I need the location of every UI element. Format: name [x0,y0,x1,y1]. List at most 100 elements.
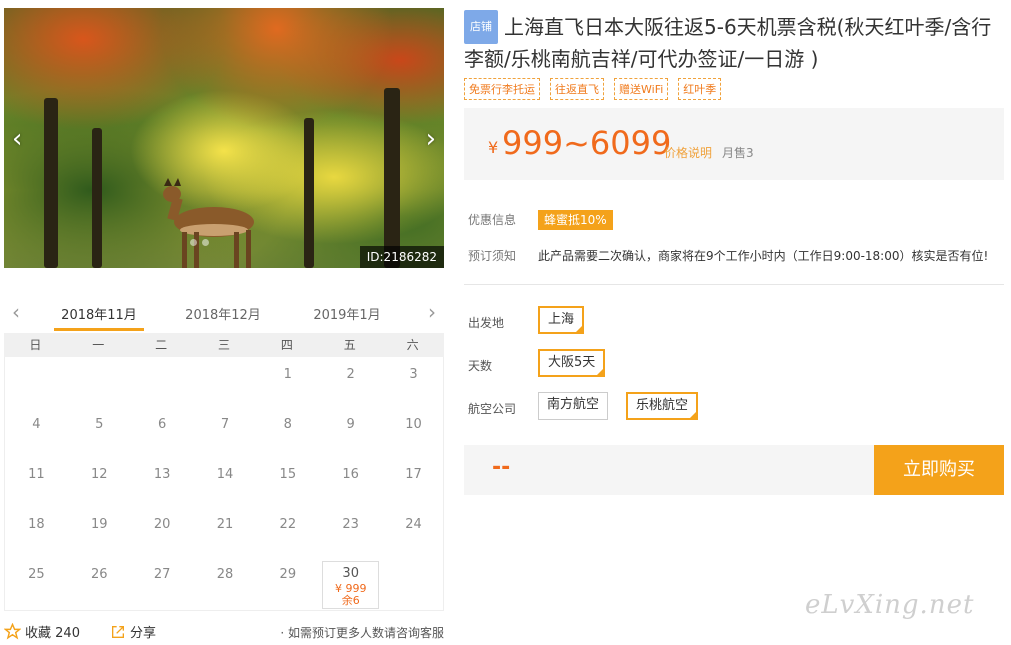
weekday-label: 日 [29,338,42,352]
favorite-count: 240 [55,626,80,641]
favorite-button[interactable]: 收藏 240 [3,622,80,641]
favorite-label: 收藏 [25,626,52,641]
product-tag: 红叶季 [678,78,722,100]
calendar-day-number: 28 [216,567,234,582]
weekday-label: 五 [343,338,356,352]
calendar-day-number: 12 [90,467,108,482]
calendar-day: 25 [5,559,68,609]
calendar-day-number: 19 [90,517,108,532]
calendar-day-number: 6 [157,417,167,432]
calendar-day: 17 [382,459,445,509]
calendar-day: 28 [194,559,257,609]
weekday-label: 二 [155,338,168,352]
calendar-day-number: 18 [28,517,45,532]
airline-option-peach[interactable]: 乐桃航空 [626,392,699,420]
section-divider [464,284,1004,285]
calendar-month-tab[interactable]: 2018年12月 [178,304,268,323]
photo-prev-arrow[interactable]: ‹ [12,126,22,152]
days-option-osaka-5[interactable]: 大阪5天 [538,349,606,377]
calendar-day-available[interactable]: 30 ¥ 999 余6 [322,561,380,609]
departure-label: 出发地 [468,316,505,330]
calendar-day: 8 [256,409,319,459]
pager-dot[interactable] [190,239,197,246]
calendar-day: 11 [5,459,68,509]
booking-note-label: 预订须知 [468,249,517,263]
calendar-day: 1 [256,359,319,409]
buy-now-button[interactable]: 立即购买 [874,445,1004,495]
weekday-label: 四 [280,338,293,352]
calendar-day-number: 13 [153,467,171,482]
calendar-day: 2 [319,359,382,409]
calendar-day-number: 16 [342,467,359,482]
active-month-indicator [54,328,144,331]
price-explain-link[interactable]: 价格说明 [664,144,712,161]
photo-id-label: ID:2186282 [359,246,444,268]
product-title-text: 上海直飞日本大阪往返5-6天机票含税(秋天红叶季/含行李额/乐桃南航吉祥/可代办… [464,15,992,71]
calendar-day-number: 24 [405,517,422,532]
pager-dot[interactable] [202,239,209,246]
product-header: 店铺 上海直飞日本大阪往返5-6天机票含税(秋天红叶季/含行李额/乐桃南航吉祥/可… [464,10,1004,74]
product-actions: 收藏 240 分享 · 如需预订更多人数请咨询客服 [3,622,444,642]
calendar-day: 26 [68,559,131,609]
calendar-day: 18 [5,509,68,559]
weekday-label: 三 [218,338,231,352]
calendar-day: 5 [68,409,131,459]
calendar-day: 23 [319,509,382,559]
product-title: 店铺 上海直飞日本大阪往返5-6天机票含税(秋天红叶季/含行李额/乐桃南航吉祥/可… [464,10,1004,74]
calendar-prev-button[interactable]: ‹ [12,300,20,324]
calendar-day-number: 7 [220,417,230,432]
booking-note-row: 预订须知 此产品需要二次确认，商家将在9个工作小时内（工作日9:00-18:00）… [468,247,988,264]
days-option-row: 天数 大阪5天 [468,349,1004,377]
promo-row: 优惠信息 蜂蜜抵10% [468,210,613,230]
calendar-month-tab[interactable]: 2018年11月 [54,304,144,323]
calendar-day-number: 20 [153,517,171,532]
deer-image [163,178,254,268]
calendar-day: 9 [319,409,382,459]
price-currency: ¥ [488,138,499,157]
calendar-day-number: 29 [279,567,297,582]
airline-label: 航空公司 [468,402,517,416]
calendar-day-number: 21 [216,517,234,532]
calendar-day-number: 25 [28,567,45,582]
calendar-month-tab[interactable]: 2019年1月 [302,304,392,323]
booking-note-text: 此产品需要二次确认，商家将在9个工作小时内（工作日9:00-18:00）核实是否… [538,249,989,263]
promo-label: 优惠信息 [468,213,517,227]
calendar-day: 14 [194,459,257,509]
tree-trunk [44,98,58,268]
photo-next-arrow[interactable]: › [426,126,436,152]
calendar-day: 24 [382,509,445,559]
airline-option-china-southern[interactable]: 南方航空 [538,392,609,420]
calendar-weekday-header: 日 一 二 三 四 五 六 [4,333,444,357]
price-range: 999~6099 [502,124,672,162]
calendar-day-number: 5 [95,417,104,432]
shop-badge: 店铺 [464,10,498,44]
price-box: ¥ 999~6099 价格说明 月售3 [464,108,1004,180]
departure-option-row: 出发地 上海 [468,306,1004,334]
promo-badge: 蜂蜜抵10% [538,210,613,230]
product-tag: 赠送WiFi [614,78,669,100]
calendar-day: 12 [68,459,131,509]
calendar-grid: 1 2 3 4 5 6 7 8 9 10 11 12 13 14 15 16 17 18 19 20 21 22 23 24 2… [4,357,444,611]
product-tag: 免票行李托运 [464,78,540,100]
departure-option-shanghai[interactable]: 上海 [538,306,585,334]
calendar-day-number: 27 [153,567,171,582]
monthly-sales: 月售3 [722,146,754,160]
calendar-day-number: 22 [279,517,297,532]
calendar-day: 3 [382,359,445,409]
calendar-day: 13 [131,459,194,509]
calendar-next-button[interactable]: › [428,300,436,324]
calendar-day-number: 30 [342,566,359,581]
watermark-logo: eLvXing.net [805,590,975,620]
product-photo[interactable]: ‹ › ID:2186282 [4,8,444,268]
calendar-day-number: 15 [279,467,297,482]
calendar-day-number: 11 [28,467,45,482]
tree-trunk [304,118,314,268]
share-button[interactable]: 分享 [110,622,156,641]
total-price-placeholder: -- [492,455,511,480]
calendar-day-number: 17 [405,467,422,482]
calendar-day: 21 [194,509,257,559]
days-label: 天数 [468,359,493,373]
photo-pager-dots[interactable] [190,231,214,250]
calendar-month-tabs: ‹ 2018年11月 2018年12月 2019年1月 › [4,294,444,332]
tree-trunk [92,128,102,268]
